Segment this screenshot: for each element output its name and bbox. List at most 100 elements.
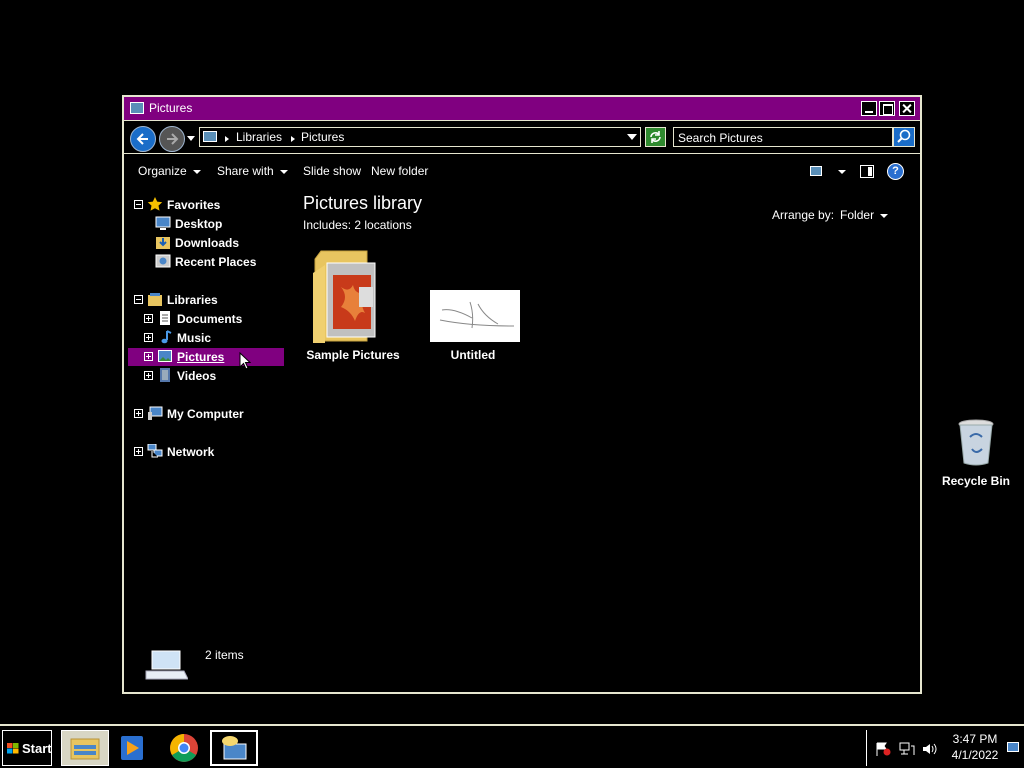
expand-icon[interactable] — [144, 333, 153, 342]
taskbar-chrome-button[interactable] — [160, 730, 208, 766]
remote-desktop-icon — [222, 736, 247, 760]
recycle-bin-desktop-icon[interactable]: Recycle Bin — [938, 419, 1014, 488]
share-with-label: Share with — [217, 164, 274, 178]
tree-label: Downloads — [175, 236, 240, 250]
breadcrumb-pictures[interactable]: Pictures — [301, 130, 344, 144]
taskbar-remote-desktop-button[interactable] — [210, 730, 258, 766]
computer-icon — [148, 406, 163, 420]
address-bar[interactable]: Libraries Pictures — [199, 127, 641, 147]
close-button[interactable] — [899, 101, 915, 116]
mouse-cursor-icon — [239, 352, 251, 370]
file-item-label: Sample Pictures — [306, 348, 400, 362]
tree-item-my-computer[interactable]: My Computer — [134, 405, 284, 423]
share-with-menu[interactable]: Share with — [217, 164, 288, 178]
action-center-flag-icon[interactable] — [875, 742, 891, 756]
tree-item-documents[interactable]: Documents — [144, 310, 284, 328]
chevron-down-icon — [192, 169, 201, 174]
expand-icon[interactable] — [144, 371, 153, 380]
expand-icon[interactable] — [144, 352, 153, 361]
tree-item-downloads[interactable]: Downloads — [142, 234, 284, 252]
tree-label: Music — [177, 331, 212, 345]
file-item-label: Untitled — [450, 348, 496, 362]
organize-menu[interactable]: Organize — [138, 164, 201, 178]
tree-item-desktop[interactable]: Desktop — [142, 215, 284, 233]
back-button[interactable] — [130, 126, 156, 152]
refresh-button[interactable] — [645, 127, 666, 147]
network-status-icon[interactable] — [899, 742, 915, 756]
tree-item-favorites[interactable]: Favorites — [134, 196, 284, 214]
clock-date[interactable]: 4/1/2022 — [947, 748, 1003, 762]
chevron-down-icon — [279, 169, 288, 174]
sketch-thumbnail-icon — [439, 301, 515, 329]
tree-label: My Computer — [167, 407, 244, 421]
change-view-icon[interactable] — [810, 166, 822, 176]
tree-item-recent-places[interactable]: Recent Places — [142, 253, 284, 271]
start-button[interactable]: Start — [2, 730, 52, 766]
file-item-untitled[interactable]: Untitled — [423, 290, 523, 362]
pictures-library-icon — [130, 102, 144, 114]
taskbar-explorer-button[interactable] — [61, 730, 109, 766]
preview-pane-icon[interactable] — [860, 165, 874, 178]
taskbar-media-player-button[interactable] — [110, 730, 158, 766]
view-options-dropdown[interactable] — [838, 170, 846, 174]
title-bar[interactable]: Pictures — [124, 97, 920, 121]
maximize-button[interactable] — [879, 101, 895, 116]
recycle-bin-label: Recycle Bin — [941, 474, 1011, 488]
search-box[interactable] — [673, 127, 893, 147]
forward-button[interactable] — [159, 126, 185, 152]
tree-label: Favorites — [167, 198, 221, 212]
folder-icon — [313, 250, 376, 343]
arrange-by[interactable]: Arrange by: Folder — [772, 208, 889, 222]
windows-logo-icon — [7, 743, 19, 754]
pictures-icon — [158, 350, 172, 362]
recent-pages-dropdown[interactable] — [187, 136, 195, 141]
expand-icon[interactable] — [134, 409, 143, 418]
star-icon — [147, 197, 163, 211]
minimize-button[interactable] — [861, 101, 877, 116]
tree-item-libraries[interactable]: Libraries — [134, 291, 284, 309]
collapse-icon[interactable] — [134, 200, 143, 209]
clock-time[interactable]: 3:47 PM — [947, 732, 1003, 746]
desktop-icon — [155, 216, 171, 230]
breadcrumb-separator-icon[interactable] — [291, 136, 295, 142]
tree-item-pictures[interactable]: Pictures — [128, 348, 284, 366]
breadcrumb-libraries[interactable]: Libraries — [236, 130, 282, 144]
expand-icon[interactable] — [144, 314, 153, 323]
forward-arrow-icon — [167, 133, 179, 145]
address-history-dropdown[interactable] — [627, 134, 637, 140]
collapse-icon[interactable] — [134, 295, 143, 304]
new-folder-button[interactable]: New folder — [371, 164, 428, 178]
system-tray: 3:47 PM 4/1/2022 — [866, 730, 1021, 766]
window-title: Pictures — [149, 101, 193, 115]
arrange-by-label: Arrange by: — [772, 208, 835, 222]
media-player-icon — [121, 736, 143, 760]
expand-icon[interactable] — [134, 447, 143, 456]
help-icon[interactable]: ? — [887, 163, 904, 180]
tree-item-videos[interactable]: Videos — [144, 367, 284, 385]
search-icon — [897, 129, 911, 143]
tree-label: Videos — [177, 369, 217, 383]
tree-label: Network — [167, 445, 215, 459]
slide-show-button[interactable]: Slide show — [303, 164, 361, 178]
library-locations-link[interactable]: Includes: 2 locations — [303, 218, 412, 232]
tree-label: Desktop — [175, 217, 223, 231]
tree-item-music[interactable]: Music — [144, 329, 284, 347]
videos-icon — [160, 368, 170, 382]
status-item-count: 2 items — [205, 648, 244, 662]
search-input[interactable] — [678, 130, 888, 145]
recent-places-icon — [155, 254, 171, 268]
tree-label: Pictures — [177, 350, 225, 364]
documents-icon — [160, 311, 170, 325]
recycle-bin-icon — [958, 419, 994, 466]
volume-icon[interactable] — [922, 742, 938, 756]
file-item-sample-pictures[interactable]: Sample Pictures — [303, 247, 403, 362]
start-label: Start — [22, 741, 52, 756]
search-button[interactable] — [893, 127, 915, 147]
arrange-by-value: Folder — [840, 208, 875, 222]
libraries-icon — [148, 293, 162, 306]
tree-item-network[interactable]: Network — [134, 443, 284, 461]
breadcrumb-separator-icon[interactable] — [225, 136, 229, 142]
address-row: Libraries Pictures — [124, 122, 920, 154]
show-desktop-icon[interactable] — [1007, 742, 1019, 752]
taskbar: Start 3:47 PM 4/1/2022 — [0, 724, 1024, 768]
